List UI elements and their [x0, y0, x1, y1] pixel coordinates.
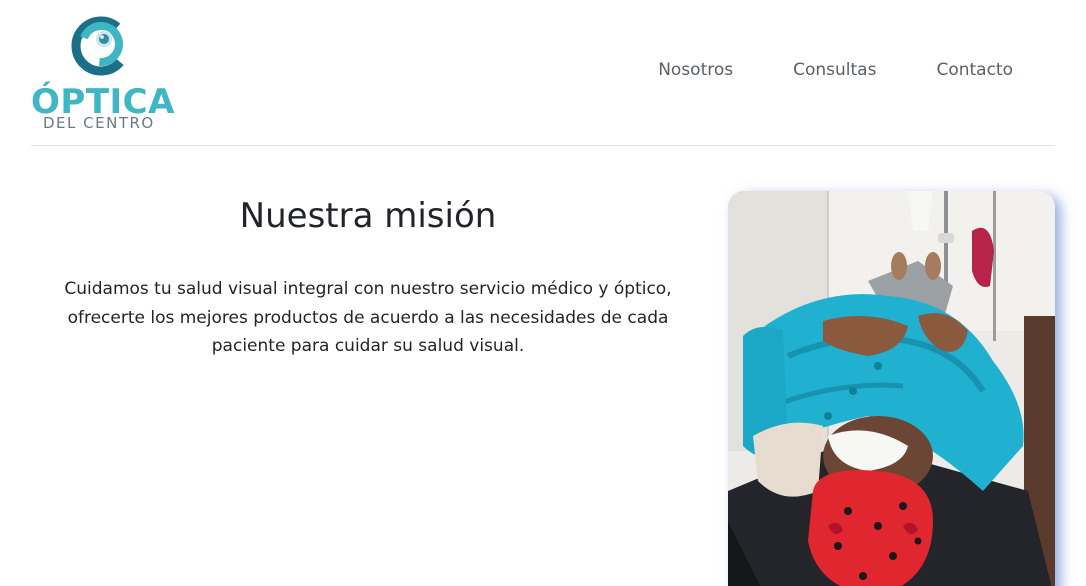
mission-photo	[728, 191, 1055, 586]
page: ÓPTICA DEL CENTRO Nosotros Consultas Con…	[0, 0, 1086, 586]
eye-logo-icon	[71, 16, 131, 76]
nav-link-nosotros[interactable]: Nosotros	[658, 58, 733, 82]
patient-photo-illustration	[728, 191, 1055, 586]
brand-subtitle: DEL CENTRO	[43, 114, 155, 132]
site-header: ÓPTICA DEL CENTRO Nosotros Consultas Con…	[31, 0, 1055, 146]
nav-link-consultas[interactable]: Consultas	[793, 58, 876, 82]
brand-logo[interactable]: ÓPTICA DEL CENTRO	[31, 8, 181, 132]
nav-link-contacto[interactable]: Contacto	[936, 58, 1013, 82]
mission-text: Cuidamos tu salud visual integral con nu…	[64, 279, 672, 356]
main-nav: Nosotros Consultas Contacto	[598, 58, 1013, 82]
mission-title: Nuestra misión	[239, 196, 497, 236]
